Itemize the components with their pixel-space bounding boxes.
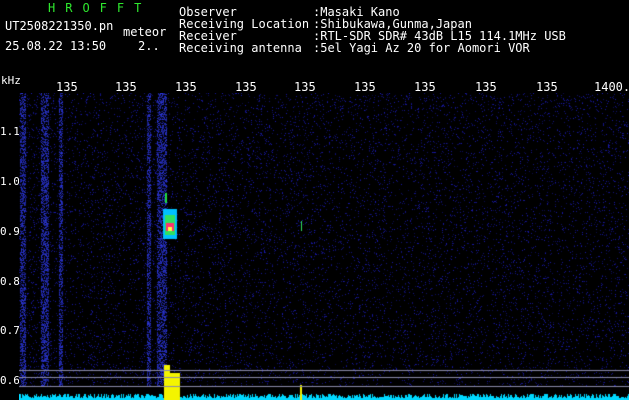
hrofft-screen: { "header": { "app_title": "HROFFT", "fi… xyxy=(0,0,629,400)
y-tick: 0.9 xyxy=(0,225,20,238)
x-tick: 135 xyxy=(354,80,376,94)
x-tick: 135 xyxy=(235,80,257,94)
y-tick: 0.6 xyxy=(0,374,20,387)
count-value: 2.. xyxy=(138,39,160,53)
y-tick: 1.0 xyxy=(0,175,20,188)
y-tick: 1.1 xyxy=(0,125,20,138)
x-tick: 135 xyxy=(175,80,197,94)
x-tick: 135 xyxy=(56,80,78,94)
y-tick: 0.8 xyxy=(0,275,20,288)
x-tick: 135 xyxy=(536,80,558,94)
x-tick: 135 xyxy=(475,80,497,94)
axis-unit: kHz xyxy=(1,74,21,87)
waterfall-spectrogram xyxy=(19,93,629,400)
capture-datetime: 25.08.22 13:50 xyxy=(5,39,107,53)
y-tick: 0.7 xyxy=(0,324,20,337)
detection-label: meteor xyxy=(123,25,167,39)
file-name: UT2508221350.pn xyxy=(5,19,114,33)
x-tick: 1400. xyxy=(594,80,629,94)
app-title: HROFFT xyxy=(48,1,152,15)
x-tick: 135 xyxy=(294,80,316,94)
x-tick: 135 xyxy=(115,80,137,94)
x-tick: 135 xyxy=(414,80,436,94)
meta-value-antenna: :5el Yagi Az 20 for Aomori VOR xyxy=(313,41,530,55)
meta-key-antenna: Receiving antenna xyxy=(179,41,302,55)
